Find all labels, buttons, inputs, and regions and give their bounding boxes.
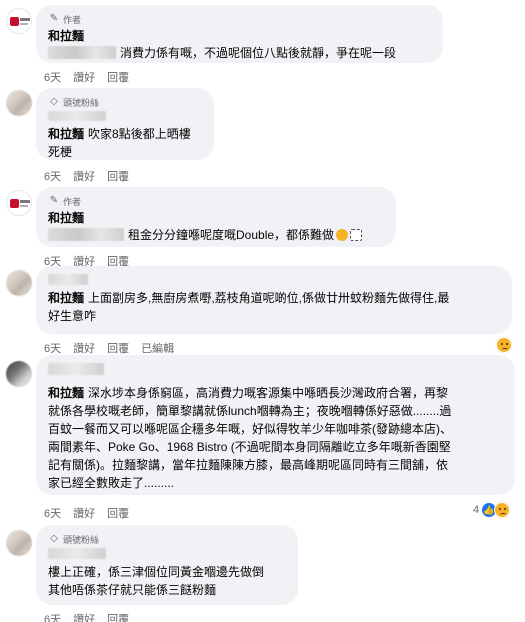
comment-text-line-2: 死梗 bbox=[48, 145, 73, 159]
comment-bubble: ◇ 頭號粉絲 樓上正確，係三津個位同黃金嗰邊先做倒 其他唔係茶仔就只能係三餸粉麵 bbox=[36, 525, 298, 605]
comment-text-line-2: 好生意咋 bbox=[48, 309, 97, 323]
comment-author[interactable]: 和拉麵 bbox=[48, 210, 384, 226]
comment-time[interactable]: 6天 bbox=[44, 69, 61, 85]
sad-reaction-icon[interactable] bbox=[494, 502, 510, 518]
comment-time[interactable]: 6天 bbox=[44, 505, 61, 521]
reply-button[interactable]: 回覆 bbox=[107, 611, 129, 622]
comment-text: 租金分分鐘喺呢度嘅Double，都係難做 bbox=[128, 228, 335, 242]
comment-author[interactable]: 和拉麵 bbox=[48, 28, 431, 44]
page-logo-avatar[interactable] bbox=[6, 8, 32, 34]
comment-text-line-4: 兩間素年、Poke Go、1968 Bistro (不過呢間本身同隔離屹立多年嘅… bbox=[48, 440, 451, 454]
pencil-icon: ✎ bbox=[49, 13, 59, 24]
author-badge: ✎ 作者 bbox=[49, 195, 82, 207]
comment-actions: 6天 讚好 回覆 bbox=[44, 168, 129, 184]
reply-button[interactable]: 回覆 bbox=[107, 505, 129, 521]
comment-text-line-5: 記有關係)。拉麵黎講，當年拉麵陳陳方膝，最高峰期呢區同時有三間舖，依 bbox=[48, 458, 448, 472]
fan-badge: ◇ 頭號粉絲 bbox=[48, 533, 286, 545]
blurred-mention bbox=[48, 228, 124, 241]
author-badge: ✎ 作者 bbox=[49, 13, 82, 25]
mentioned-author[interactable]: 和拉麵 bbox=[48, 291, 84, 305]
sweat-smile-emoji-icon bbox=[336, 229, 349, 241]
blurred-username bbox=[48, 363, 104, 375]
like-button[interactable]: 讚好 bbox=[73, 340, 95, 356]
like-button[interactable]: 讚好 bbox=[73, 611, 95, 622]
blurred-username bbox=[48, 274, 88, 285]
comment-text-line-2: 其他唔係茶仔就只能係三餸粉麵 bbox=[48, 583, 217, 597]
comment-text-line-3: 百蚊一餐而又可以喺呢區企穩多年嘅，好似得牧羊少年咖啡茶(發跡總本店)、 bbox=[48, 422, 452, 436]
comment-text-line-1: 上面劏房多,無廚房煮嘢,荔枝角道呢啲位,係做廿卅蚊粉麵先做得住,最 bbox=[88, 291, 450, 305]
blurred-mention bbox=[48, 46, 116, 59]
comment-text: 消費力係有嘅，不過呢個位八點後就靜，爭在呢一段 bbox=[120, 46, 397, 60]
comment-text-line-2: 就係各學校嘅老師，簡單黎講就係lunch嗰轉為主；夜晚嗰轉係好惡做.......… bbox=[48, 404, 452, 418]
diamond-icon: ◇ bbox=[50, 96, 58, 107]
user-avatar[interactable] bbox=[6, 530, 32, 556]
diamond-icon: ◇ bbox=[50, 533, 58, 544]
comment-time[interactable]: 6天 bbox=[44, 611, 61, 622]
comment-time[interactable]: 6天 bbox=[44, 168, 61, 184]
comment-bubble: 和拉麵 上面劏房多,無廚房煮嘢,荔枝角道呢啲位,係做廿卅蚊粉麵先做得住,最 好生意… bbox=[36, 266, 512, 334]
like-button[interactable]: 讚好 bbox=[73, 505, 95, 521]
pencil-icon: ✎ bbox=[49, 195, 59, 206]
user-avatar[interactable] bbox=[6, 90, 32, 116]
comment-actions: 6天 讚好 回覆 bbox=[44, 505, 129, 521]
comment-actions: 6天 讚好 回覆 bbox=[44, 611, 129, 622]
comment-actions: 6天 讚好 回覆 已編輯 bbox=[44, 340, 174, 356]
comment-bubble: ✎ 作者 和拉麵 租金分分鐘喺呢度嘅Double，都係難做 bbox=[36, 187, 396, 247]
like-button[interactable]: 讚好 bbox=[73, 168, 95, 184]
user-avatar[interactable] bbox=[6, 361, 32, 387]
comment-text-line-1: 吹家8點後都上晒樓 bbox=[88, 127, 191, 141]
blurred-username bbox=[48, 111, 106, 121]
unknown-glyph-icon bbox=[350, 229, 363, 241]
fan-badge: ◇ 頭號粉絲 bbox=[48, 96, 202, 108]
reply-button[interactable]: 回覆 bbox=[107, 168, 129, 184]
like-button[interactable]: 讚好 bbox=[73, 69, 95, 85]
comment-text-line-1: 樓上正確，係三津個位同黃金嗰邊先做倒 bbox=[48, 565, 265, 579]
reply-button[interactable]: 回覆 bbox=[107, 69, 129, 85]
comment-bubble: 和拉麵 深水埗本身係窮區，高消費力嘅客源集中喺晒長沙灣政府合署，再黎 就係各學校嘅… bbox=[36, 355, 515, 495]
comment-text-line-6: 家已經全數敗走了......... bbox=[48, 476, 175, 490]
mentioned-author[interactable]: 和拉麵 bbox=[48, 386, 84, 400]
comment-bubble: ✎ 作者 和拉麵 消費力係有嘅，不過呢個位八點後就靜，爭在呢一段 bbox=[36, 5, 443, 63]
comment-actions: 6天 讚好 回覆 bbox=[44, 69, 129, 85]
edited-label: 已編輯 bbox=[141, 343, 175, 355]
reply-button[interactable]: 回覆 bbox=[107, 340, 129, 356]
user-avatar[interactable] bbox=[6, 270, 32, 296]
mentioned-author[interactable]: 和拉麵 bbox=[48, 127, 84, 141]
reaction-count[interactable]: 4 bbox=[473, 504, 479, 516]
blurred-username bbox=[48, 548, 106, 559]
page-logo-avatar[interactable] bbox=[6, 190, 32, 216]
comment-time[interactable]: 6天 bbox=[44, 340, 61, 356]
comment-bubble: ◇ 頭號粉絲 和拉麵 吹家8點後都上晒樓 死梗 bbox=[36, 88, 214, 160]
sad-reaction-icon[interactable] bbox=[496, 337, 512, 353]
comment-text-line-1: 深水埗本身係窮區，高消費力嘅客源集中喺晒長沙灣政府合署，再黎 bbox=[88, 386, 449, 400]
